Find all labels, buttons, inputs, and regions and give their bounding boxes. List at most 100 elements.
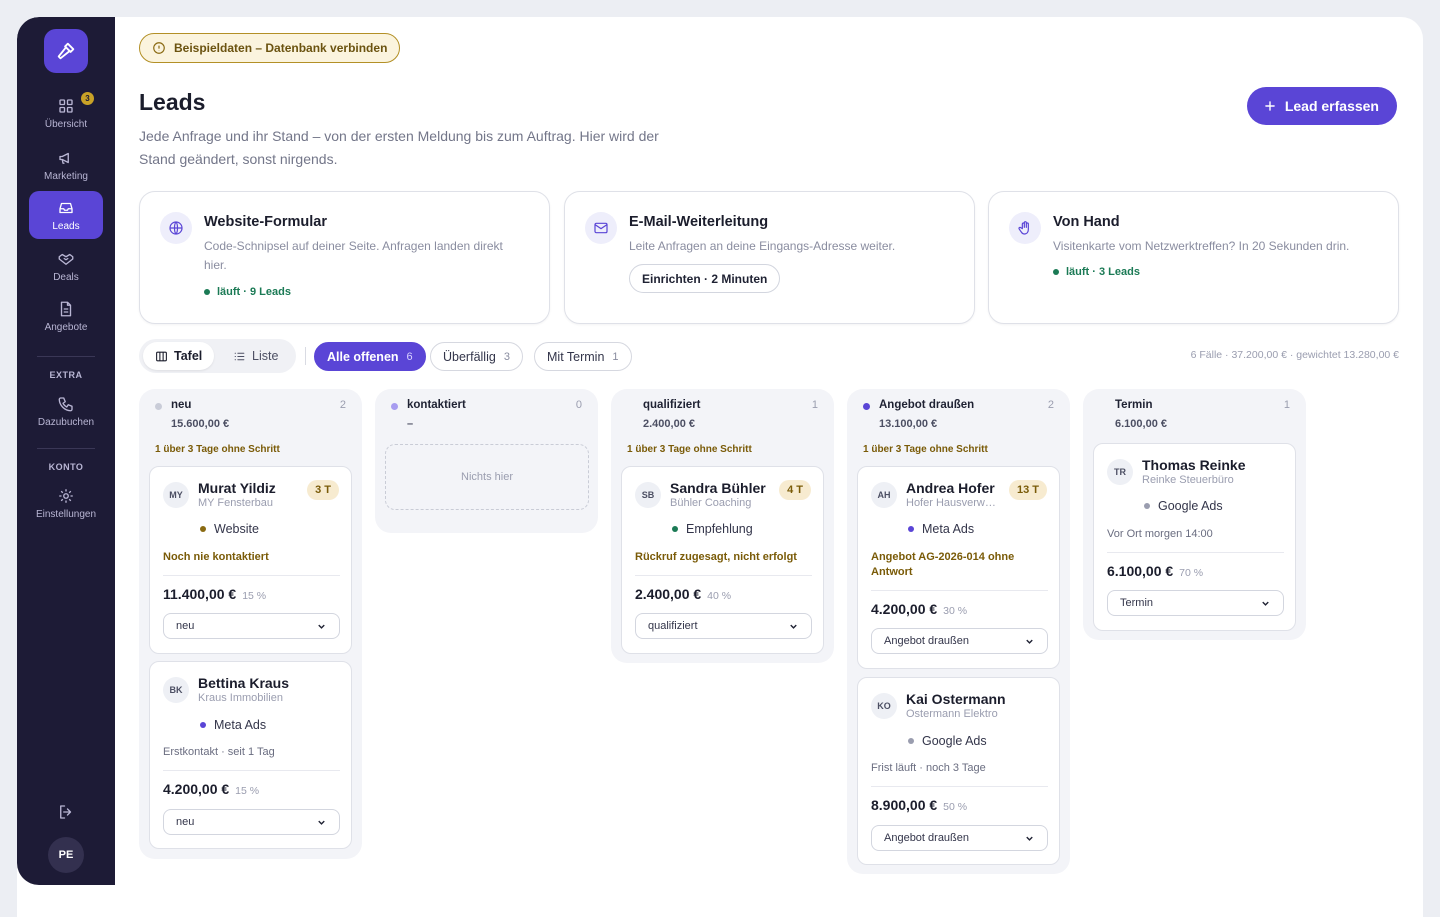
column-warning: 1 über 3 Tage ohne Schritt bbox=[627, 444, 752, 455]
column-neu: neu 2 15.600,00 € 1 über 3 Tage ohne Sch… bbox=[139, 389, 362, 859]
filter-all-open[interactable]: Alle offenen 6 bbox=[314, 342, 426, 371]
view-switcher: Tafel Liste bbox=[139, 339, 296, 373]
source-title: Website-Formular bbox=[204, 214, 328, 230]
lead-company: Hofer Hausverwaltung bbox=[906, 497, 1001, 509]
lead-note: Rückruf zugesagt, nicht erfolgt bbox=[635, 551, 797, 563]
sidebar-item-settings[interactable]: Einstellungen bbox=[29, 479, 103, 527]
chevron-down-icon bbox=[790, 624, 797, 629]
list-icon bbox=[234, 352, 245, 360]
app-logo[interactable] bbox=[44, 29, 88, 73]
add-lead-label: Lead erfassen bbox=[1284, 98, 1379, 114]
inbox-icon bbox=[59, 202, 73, 213]
lead-source: Meta Ads bbox=[908, 522, 974, 536]
stage-select[interactable]: Termin bbox=[1107, 590, 1284, 616]
lead-source: Google Ads bbox=[908, 734, 987, 748]
column-title: neu bbox=[171, 399, 192, 411]
stage-select[interactable]: Angebot draußen bbox=[871, 825, 1048, 851]
gear-icon bbox=[59, 488, 73, 503]
stage-select[interactable]: qualifiziert bbox=[635, 613, 812, 639]
lead-card[interactable]: SB Sandra Bühler Bühler Coaching 4 T Emp… bbox=[621, 466, 824, 654]
divider bbox=[871, 786, 1048, 787]
lead-value-amount: 11.400,00 € bbox=[163, 586, 237, 602]
divider bbox=[635, 575, 812, 576]
lead-company: MY Fensterbau bbox=[198, 497, 274, 509]
avatar: MY bbox=[163, 482, 189, 508]
lead-value-amount: 4.200,00 € bbox=[871, 601, 938, 617]
view-board-label: Tafel bbox=[174, 349, 203, 363]
sidebar-item-label: Marketing bbox=[44, 170, 88, 182]
lead-value-amount: 8.900,00 € bbox=[871, 797, 938, 813]
sidebar-item-label: Leads bbox=[52, 220, 80, 232]
lead-value: 2.400,00 € 40 % bbox=[635, 586, 731, 602]
view-list-button[interactable]: Liste bbox=[221, 342, 290, 370]
column-angebot-draussen: Angebot draußen 2 13.100,00 € 1 über 3 T… bbox=[847, 389, 1070, 874]
lead-card[interactable]: BK Bettina Kraus Kraus Immobilien Meta A… bbox=[149, 661, 352, 849]
stage-select[interactable]: neu bbox=[163, 809, 340, 835]
empty-column-placeholder: Nichts hier bbox=[385, 444, 589, 510]
source-card-website-form[interactable]: Website-Formular Code-Schnipsel auf dein… bbox=[139, 191, 550, 324]
sidebar-item-label: Dazubuchen bbox=[37, 416, 95, 428]
lead-source-text: Google Ads bbox=[922, 734, 987, 748]
sidebar-item-leads[interactable]: Leads bbox=[29, 191, 103, 239]
mail-icon bbox=[585, 212, 617, 244]
column-count: 2 bbox=[339, 399, 346, 411]
lead-note: Angebot AG-2026-014 ohne Antwort bbox=[871, 551, 1015, 578]
sidebar-item-deals[interactable]: Deals bbox=[29, 242, 103, 290]
filter-label: Alle offenen bbox=[327, 349, 399, 364]
age-badge: 4 T bbox=[779, 480, 811, 500]
stage-select[interactable]: neu bbox=[163, 613, 340, 639]
stage-select[interactable]: Angebot draußen bbox=[871, 628, 1048, 654]
source-card-manual[interactable]: Von Hand Visitenkarte vom Netzwerktreffe… bbox=[988, 191, 1399, 324]
source-card-email-forwarding[interactable]: E-Mail-Weiterleitung Leite Anfragen an d… bbox=[564, 191, 975, 324]
pipeline-summary: 6 Fälle · 37.200,00 € · gewichtet 13.280… bbox=[1190, 349, 1399, 361]
sidebar-item-offers[interactable]: Angebote bbox=[29, 292, 103, 340]
add-lead-button[interactable]: Lead erfassen bbox=[1246, 87, 1397, 125]
page-title: Leads bbox=[139, 89, 206, 115]
user-avatar[interactable]: PE bbox=[48, 837, 84, 873]
column-sum: 2.400,00 € bbox=[643, 418, 695, 430]
divider bbox=[37, 448, 95, 449]
lead-value: 8.900,00 € 50 % bbox=[871, 797, 967, 813]
column-kontaktiert: kontaktiert 0 – Nichts hier bbox=[375, 389, 598, 533]
column-count: 2 bbox=[1047, 399, 1054, 411]
megaphone-icon bbox=[59, 152, 69, 164]
stage-select-value: qualifiziert bbox=[648, 620, 698, 632]
setup-email-button[interactable]: Einrichten · 2 Minuten bbox=[629, 264, 781, 293]
lead-company: Ostermann Elektro bbox=[906, 708, 998, 720]
source-description: Code-Schnipsel auf deiner Seite. Anfrage… bbox=[204, 239, 503, 272]
main-content: Beispieldaten – Datenbank verbinden Lead… bbox=[139, 17, 1399, 917]
sidebar-item-marketing[interactable]: Marketing bbox=[29, 141, 103, 189]
chevron-down-icon bbox=[318, 820, 325, 825]
status-dot bbox=[1053, 269, 1059, 275]
demo-data-banner[interactable]: Beispieldaten – Datenbank verbinden bbox=[139, 33, 401, 63]
filter-count: 6 bbox=[406, 350, 413, 363]
stage-select-value: neu bbox=[176, 816, 195, 828]
grid-icon bbox=[59, 98, 73, 113]
age-badge: 13 T bbox=[1008, 480, 1047, 500]
columns-icon bbox=[156, 351, 167, 361]
column-status-dot bbox=[155, 403, 162, 410]
view-board-button[interactable]: Tafel bbox=[143, 342, 215, 370]
lead-card[interactable]: TR Thomas Reinke Reinke Steuerbüro Googl… bbox=[1093, 443, 1296, 631]
source-title: E-Mail-Weiterleitung bbox=[629, 214, 769, 230]
lead-card[interactable]: KO Kai Ostermann Ostermann Elektro Googl… bbox=[857, 677, 1060, 865]
column-title: Angebot draußen bbox=[879, 399, 975, 411]
column-sum: 6.100,00 € bbox=[1115, 418, 1167, 430]
sidebar-item-label: Angebote bbox=[44, 321, 88, 333]
notification-badge: 3 bbox=[81, 92, 94, 105]
divider bbox=[871, 590, 1048, 591]
lead-card[interactable]: MY Murat Yildiz MY Fensterbau 3 T Websit… bbox=[149, 466, 352, 654]
filter-with-appointment[interactable]: Mit Termin 1 bbox=[534, 342, 632, 371]
logout-icon[interactable] bbox=[57, 803, 75, 821]
sidebar-item-add-on[interactable]: Dazubuchen bbox=[29, 387, 103, 435]
lead-card[interactable]: AH Andrea Hofer Hofer Hausverwaltung 13 … bbox=[857, 466, 1060, 669]
filter-overdue[interactable]: Überfällig 3 bbox=[430, 342, 523, 371]
chevron-down-icon bbox=[318, 624, 325, 629]
lead-source-text: Meta Ads bbox=[922, 522, 975, 536]
divider bbox=[305, 347, 306, 365]
filter-label: Überfällig bbox=[443, 349, 496, 364]
app-window: Übersicht 3 Marketing Leads Deals Angebo… bbox=[17, 17, 1423, 917]
sidebar-item-overview[interactable]: Übersicht 3 bbox=[29, 89, 103, 137]
column-termin: Termin 1 6.100,00 € TR Thomas Reinke Rei… bbox=[1083, 389, 1306, 640]
sidebar-item-label: Deals bbox=[53, 271, 79, 283]
